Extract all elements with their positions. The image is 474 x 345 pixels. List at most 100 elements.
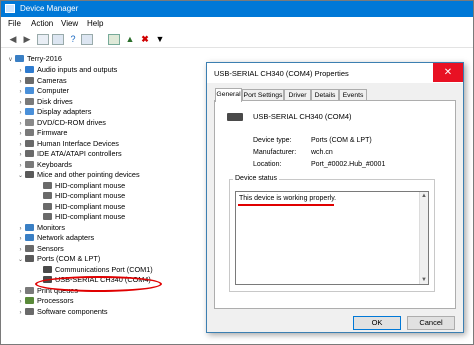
tree-item-label: DVD/CD-ROM drives [37, 117, 106, 127]
show-hidden-icon[interactable] [81, 34, 93, 45]
expand-icon[interactable]: › [17, 150, 24, 160]
tree-root[interactable]: v Terry-2016 [7, 54, 62, 64]
tree-item-processors[interactable]: › Processors [17, 296, 74, 306]
expand-icon[interactable]: › [17, 98, 24, 108]
tree-item-label: Display adapters [37, 107, 92, 116]
tree-item-label: Communications Port (COM1) [55, 264, 153, 274]
menu-help[interactable]: Help [87, 19, 103, 28]
expand-icon[interactable]: › [17, 129, 24, 139]
collapse-icon[interactable]: v [7, 55, 14, 65]
device-tree: v Terry-2016 › Audio inputs and outputs › Cam… [1, 49, 207, 339]
menu-file[interactable]: File [8, 19, 21, 28]
tree-item-audio-inputs-and-outputs[interactable]: › Audio inputs and outputs [17, 65, 118, 76]
expand-icon[interactable]: › [17, 77, 24, 87]
tree-item-disk-drives[interactable]: › Disk drives [17, 97, 73, 107]
tree-item-hid-compliant-mouse[interactable]: HID-compliant mouse [35, 202, 125, 212]
tree-item-label: Cameras [37, 75, 67, 85]
expand-icon[interactable]: › [17, 87, 24, 97]
tree-item-communications-port-com1[interactable]: Communications Port (COM1) [35, 265, 153, 275]
close-icon[interactable]: ✕ [433, 63, 463, 82]
tree-item-label: Firmware [37, 128, 68, 137]
device-category-icon [25, 76, 34, 84]
uninstall-icon[interactable]: ✖ [139, 34, 151, 45]
device-category-icon [25, 307, 34, 315]
tree-item-mice-and-other-pointing-devices[interactable]: ⌄ Mice and other pointing devices [17, 170, 140, 180]
properties-icon[interactable] [37, 34, 49, 45]
expand-icon[interactable]: › [17, 161, 24, 171]
collapse-icon[interactable]: ⌄ [17, 255, 24, 265]
collapse-icon[interactable]: ⌄ [17, 171, 24, 181]
tree-item-cameras[interactable]: › Cameras [17, 76, 67, 86]
computer-icon [15, 55, 24, 62]
expand-icon[interactable]: › [17, 297, 24, 307]
expand-icon[interactable]: › [17, 66, 24, 76]
expand-icon[interactable]: › [17, 234, 24, 244]
cancel-button[interactable]: Cancel [407, 316, 455, 330]
tree-item-label: Audio inputs and outputs [37, 65, 118, 74]
expand-icon[interactable]: › [17, 119, 24, 129]
tree-item-sensors[interactable]: › Sensors [17, 244, 64, 254]
title-bar: Device Manager [1, 1, 473, 17]
location-label: Location: [253, 161, 282, 168]
tree-item-dvd-cd-rom-drives[interactable]: › DVD/CD-ROM drives [17, 118, 106, 128]
scan-icon[interactable] [108, 34, 120, 45]
device-category-icon [25, 97, 34, 105]
tree-item-software-components[interactable]: › Software components [17, 307, 108, 317]
expand-icon[interactable]: › [17, 308, 24, 318]
tree-item-ports-com-lpt[interactable]: ⌄ Ports (COM & LPT) [17, 254, 100, 264]
menu-view[interactable]: View [61, 19, 78, 28]
tree-item-ide-ata-atapi-controllers[interactable]: › IDE ATA/ATAPI controllers [17, 149, 122, 159]
scroll-up-icon[interactable]: ▲ [420, 192, 428, 200]
help-question-icon[interactable]: ? [67, 34, 79, 45]
tree-item-computer[interactable]: › Computer [17, 86, 70, 97]
help-icon[interactable] [52, 34, 64, 45]
tree-item-label: Network adapters [37, 233, 95, 242]
tree-item-hid-compliant-mouse[interactable]: HID-compliant mouse [35, 212, 125, 222]
tree-item-display-adapters[interactable]: › Display adapters [17, 107, 92, 118]
expand-icon[interactable]: › [17, 140, 24, 150]
tree-item-hid-compliant-mouse[interactable]: HID-compliant mouse [35, 181, 125, 191]
expand-icon[interactable]: › [17, 245, 24, 255]
device-category-icon [43, 213, 52, 220]
general-panel: USB-SERIAL CH340 (COM4) Device type: Por… [214, 100, 456, 309]
device-category-icon [25, 150, 34, 157]
tree-item-keyboards[interactable]: › Keyboards [17, 160, 72, 170]
tree-item-human-interface-devices[interactable]: › Human Interface Devices [17, 139, 119, 149]
back-icon[interactable]: ◀ [7, 34, 19, 45]
device-name: USB-SERIAL CH340 (COM4) [253, 112, 352, 121]
tree-item-firmware[interactable]: › Firmware [17, 128, 68, 139]
expand-icon[interactable]: › [17, 224, 24, 234]
device-category-icon [25, 129, 34, 136]
tree-item-monitors[interactable]: › Monitors [17, 223, 65, 233]
scroll-down-icon[interactable]: ▼ [420, 276, 428, 284]
device-category-icon [43, 202, 52, 210]
window-title: Device Manager [20, 4, 79, 13]
expand-icon[interactable]: › [17, 108, 24, 118]
location-value: Port_#0002.Hub_#0001 [311, 161, 386, 168]
device-category-icon [43, 192, 52, 199]
tree-item-label: HID-compliant mouse [55, 180, 126, 190]
device-category-icon [25, 66, 34, 73]
tab-general[interactable]: General [215, 88, 242, 102]
device-status-box[interactable]: This device is working properly. ▲ ▼ [235, 191, 429, 285]
manufacturer-value: wch.cn [311, 149, 333, 156]
device-category-icon [43, 265, 52, 273]
menu-action[interactable]: Action [31, 19, 53, 28]
tree-item-label: Mice and other pointing devices [37, 170, 140, 179]
tree-item-label: Ports (COM & LPT) [37, 254, 101, 263]
forward-icon[interactable]: ▶ [21, 34, 33, 45]
menu-bar: File Action View Help [1, 17, 473, 31]
device-category-icon [25, 255, 34, 262]
dialog-title: USB-SERIAL CH340 (COM4) Properties [214, 69, 349, 78]
device-category-icon [25, 108, 34, 115]
device-category-icon [43, 181, 52, 189]
tree-item-label: IDE ATA/ATAPI controllers [37, 149, 122, 158]
tree-item-hid-compliant-mouse[interactable]: HID-compliant mouse [35, 191, 125, 201]
update-driver-icon[interactable]: ▲ [124, 34, 136, 45]
expand-icon[interactable]: › [17, 287, 24, 297]
disable-icon[interactable]: ▼ [154, 34, 166, 45]
status-scrollbar[interactable]: ▲ ▼ [419, 192, 428, 284]
tree-item-label: Computer [37, 86, 70, 95]
ok-button[interactable]: OK [353, 316, 401, 330]
tree-item-network-adapters[interactable]: › Network adapters [17, 233, 95, 244]
